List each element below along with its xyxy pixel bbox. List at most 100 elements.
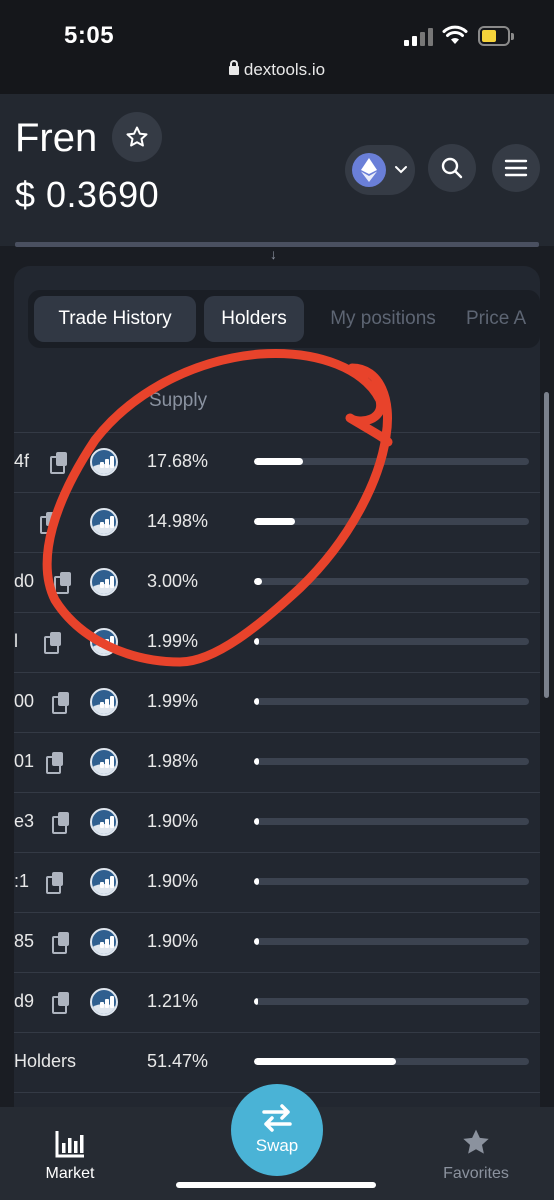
holder-supply-bar (254, 578, 529, 585)
total-row: Holders 51.47% (14, 1032, 540, 1092)
holder-address[interactable]: e3 (14, 811, 34, 832)
nav-market[interactable]: Market (20, 1125, 120, 1183)
holder-address[interactable]: 85 (14, 931, 34, 952)
copy-icon[interactable] (40, 512, 58, 534)
table-row[interactable]: 85 1.90% (14, 912, 540, 972)
copy-icon[interactable] (52, 692, 70, 714)
holder-supply-pct: 1.99% (147, 631, 199, 651)
lock-icon (228, 60, 239, 75)
arrow-down-icon: ↓ (270, 246, 277, 262)
holder-chart-icon[interactable] (90, 928, 118, 956)
holder-supply-bar (254, 938, 529, 945)
supply-column-header: Supply (149, 390, 208, 411)
tab-price-alerts[interactable]: Price A (466, 296, 540, 342)
copy-icon[interactable] (52, 932, 70, 954)
holder-chart-icon[interactable] (90, 628, 118, 656)
ethereum-icon (352, 153, 386, 187)
table-row[interactable]: e3 1.90% (14, 792, 540, 852)
holder-supply-fill (254, 518, 295, 525)
tab-holders[interactable]: Holders (204, 296, 304, 342)
wifi-icon (442, 25, 468, 44)
holder-address[interactable]: :1 (14, 871, 29, 892)
nav-favorites[interactable]: Favorites (426, 1125, 526, 1183)
holder-chart-icon[interactable] (90, 988, 118, 1016)
table-row[interactable]: 01 1.98% (14, 732, 540, 792)
holder-supply-bar (254, 518, 529, 525)
holder-supply-fill (254, 698, 259, 705)
holder-supply-fill (254, 578, 262, 585)
table-row[interactable]: 4f 17.68% (14, 432, 540, 492)
holder-chart-icon[interactable] (90, 868, 118, 896)
chain-selector[interactable] (345, 145, 415, 195)
copy-icon[interactable] (52, 812, 70, 834)
holder-address[interactable]: d0 (14, 571, 34, 592)
token-name: Fren (15, 116, 98, 160)
copy-icon[interactable] (46, 752, 64, 774)
holder-supply-bar (254, 758, 529, 765)
divider (15, 242, 539, 247)
holder-chart-icon[interactable] (90, 808, 118, 836)
copy-icon[interactable] (50, 452, 68, 474)
holder-address[interactable]: l (14, 631, 18, 652)
menu-button[interactable] (492, 144, 540, 192)
holder-chart-icon[interactable] (90, 448, 118, 476)
holder-supply-bar (254, 458, 529, 465)
table-row[interactable]: l 1.99% (14, 612, 540, 672)
nav-market-label: Market (45, 1165, 95, 1182)
holder-supply-pct: 1.21% (147, 991, 199, 1011)
holder-supply-bar (254, 698, 529, 705)
star-filled-icon (463, 1129, 489, 1154)
tab-trade-history[interactable]: Trade History (34, 296, 196, 342)
holder-chart-icon[interactable] (90, 688, 118, 716)
tab-bar[interactable]: Trade History Holders My positions Price… (28, 290, 540, 348)
total-supply-pct: 51.47% (147, 1051, 209, 1071)
table-row[interactable]: 14.98% (14, 492, 540, 552)
total-supply-bar (254, 1058, 529, 1065)
holder-supply-pct: 3.00% (147, 571, 199, 591)
holder-supply-pct: 1.99% (147, 691, 199, 711)
holder-supply-pct: 14.98% (147, 511, 209, 531)
copy-icon[interactable] (44, 632, 62, 654)
scrollbar[interactable] (544, 392, 549, 698)
table-row[interactable]: 00 1.99% (14, 672, 540, 732)
token-price: $ 0.3690 (15, 174, 160, 215)
copy-icon[interactable] (54, 572, 72, 594)
chevron-down-icon (395, 166, 407, 174)
url-text: dextools.io (243, 60, 326, 79)
holder-supply-fill (254, 758, 259, 765)
table-row[interactable]: d0 3.00% (14, 552, 540, 612)
status-bar: 5:05 dextools.io (0, 0, 554, 94)
table-row[interactable]: :1 1.90% (14, 852, 540, 912)
swap-arrows-icon (262, 1104, 292, 1132)
favorite-button[interactable] (112, 112, 162, 162)
holder-supply-fill (254, 458, 303, 465)
holder-supply-pct: 1.90% (147, 811, 199, 831)
holder-address[interactable]: 01 (14, 751, 34, 772)
holder-supply-pct: 17.68% (147, 451, 209, 471)
url-bar[interactable]: dextools.io (0, 60, 554, 80)
token-header: Fren $ 0.3690 (0, 94, 554, 246)
swap-label: Swap (255, 1136, 299, 1155)
holder-supply-bar (254, 638, 529, 645)
table-row[interactable]: d9 1.21% (14, 972, 540, 1032)
holder-address[interactable]: 4f (14, 451, 29, 472)
holder-supply-fill (254, 878, 259, 885)
copy-icon[interactable] (52, 992, 70, 1014)
chart-icon (55, 1131, 84, 1158)
search-button[interactable] (428, 144, 476, 192)
holder-supply-pct: 1.90% (147, 871, 199, 891)
copy-icon[interactable] (46, 872, 64, 894)
tab-my-positions[interactable]: My positions (316, 296, 450, 342)
holder-chart-icon[interactable] (90, 748, 118, 776)
home-indicator (176, 1182, 376, 1188)
holder-chart-icon[interactable] (90, 568, 118, 596)
holder-chart-icon[interactable] (90, 508, 118, 536)
swap-button[interactable]: Swap (231, 1084, 323, 1176)
holder-supply-bar (254, 998, 529, 1005)
holder-address[interactable]: d9 (14, 991, 34, 1012)
signal-icon (404, 28, 434, 46)
holder-supply-fill (254, 938, 259, 945)
holder-supply-pct: 1.90% (147, 931, 199, 951)
holders-card: Trade History Holders My positions Price… (14, 266, 540, 1166)
holder-address[interactable]: 00 (14, 691, 34, 712)
